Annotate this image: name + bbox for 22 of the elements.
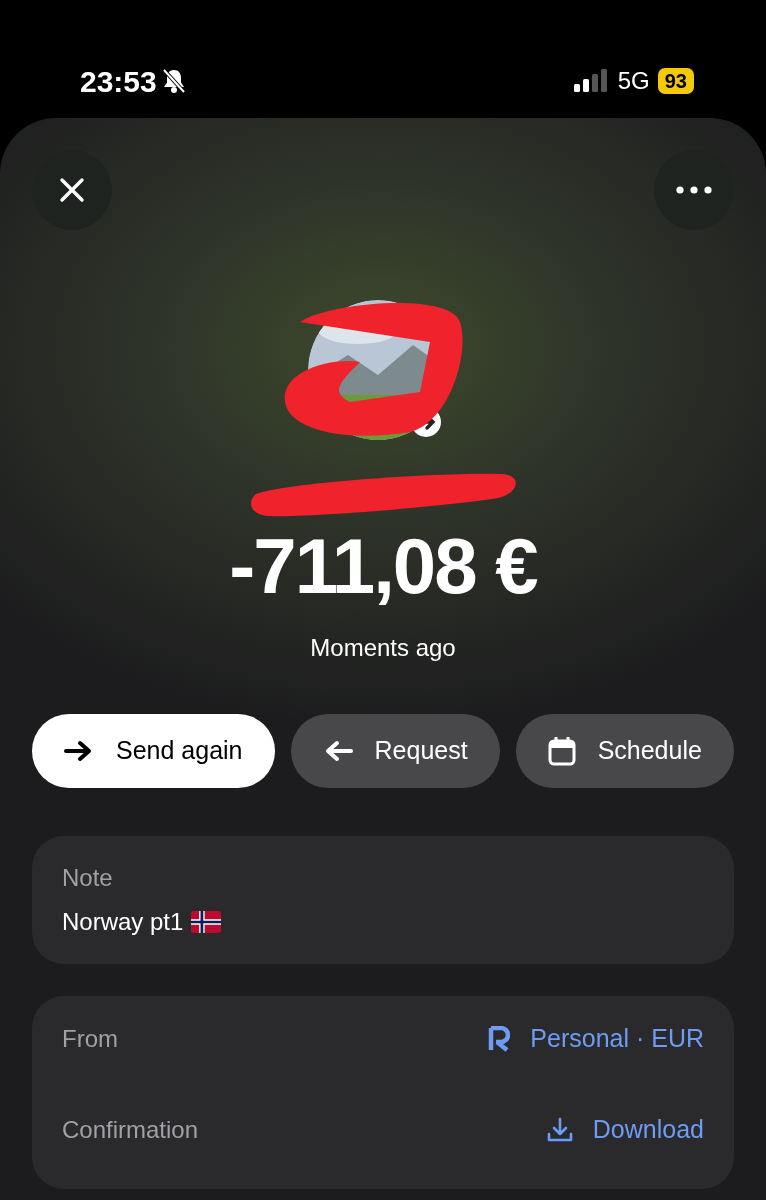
- more-icon: [676, 186, 712, 194]
- send-button[interactable]: Send again: [32, 713, 275, 788]
- account-logo-icon: [488, 1025, 511, 1052]
- close-icon: [58, 176, 86, 204]
- detail-label: From: [62, 1023, 118, 1054]
- amount-text: -711,08 €: [228, 524, 538, 610]
- download-icon: [546, 1117, 573, 1144]
- account-link[interactable]: Personal · EUR: [488, 1019, 704, 1058]
- download-link[interactable]: Download: [546, 1111, 704, 1149]
- signal-icon: [573, 69, 610, 93]
- detail-label: Confirmation: [62, 1115, 199, 1146]
- time-text: Moments ago: [309, 632, 457, 663]
- battery-indicator: 93: [657, 68, 694, 94]
- arrow-right-icon: [64, 739, 94, 762]
- note-text: Norway pt1: [62, 906, 184, 937]
- schedule-button[interactable]: Schedule: [515, 713, 734, 788]
- calendar-icon: [547, 735, 576, 766]
- norway-flag-icon: [191, 910, 222, 933]
- network-label: 5G: [617, 66, 650, 96]
- request-button[interactable]: Request: [290, 713, 500, 788]
- note-label: Note: [62, 862, 114, 893]
- status-time: 23:53: [80, 63, 157, 100]
